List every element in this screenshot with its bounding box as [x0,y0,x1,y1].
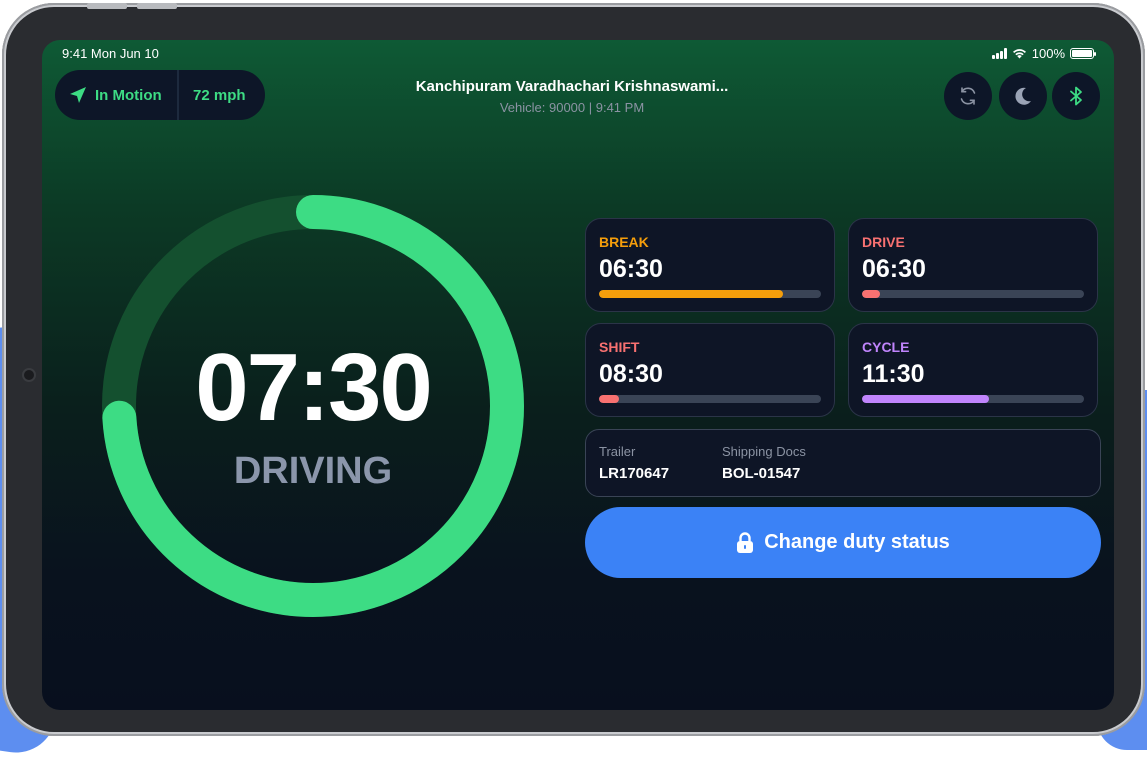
trailer-value: LR170647 [599,465,670,482]
lock-icon [737,531,754,553]
sync-icon [960,87,976,105]
cellular-signal-icon [991,48,1007,59]
card-progress-track [862,290,1084,298]
card-value: 06:30 [599,255,663,283]
bluetooth-button[interactable] [1052,72,1100,120]
vehicle-info: Vehicle: 90000 | 9:41 PM [499,100,645,115]
card-value: 06:30 [862,255,926,283]
change-duty-status-label: Change duty status [764,531,950,553]
card-progress-track [599,290,821,298]
motion-status: In Motion [55,70,179,120]
card-progress-track [862,395,1084,403]
driving-time-remaining: 07:30 [195,334,433,441]
card-progress-track [599,395,821,403]
card-label: SHIFT [599,339,640,355]
driver-header: Kanchipuram Varadhachari Krishnaswami...… [372,78,772,115]
theme-toggle-button[interactable] [999,72,1047,120]
card-label: DRIVE [862,234,905,250]
shift-timer-card[interactable]: SHIFT 08:30 [585,323,835,417]
card-progress-fill [599,290,784,298]
card-label: CYCLE [862,339,910,355]
front-camera [22,368,36,382]
motion-label: In Motion [95,86,162,104]
motion-status-pill[interactable]: In Motion 72 mph [55,70,265,120]
bluetooth-icon [1070,86,1082,106]
battery-icon [1070,48,1096,59]
wifi-icon [1012,49,1026,59]
shipping-docs-info: Shipping Docs BOL-01547 [722,444,806,482]
card-value: 11:30 [862,360,925,388]
moon-icon [1015,87,1031,105]
app-screen: 9:41 Mon Jun 10 100% In Motion 72 mph Ka… [42,40,1114,710]
card-value: 08:30 [599,360,663,388]
shipping-docs-value: BOL-01547 [722,465,801,482]
volume-button [87,3,127,9]
break-timer-card[interactable]: BREAK 06:30 [585,218,835,312]
trailer-info: Trailer LR170647 [599,444,669,482]
volume-button [137,3,177,9]
card-progress-fill [862,395,989,403]
change-duty-status-button[interactable]: Change duty status [585,507,1101,578]
drive-timer-card[interactable]: DRIVE 06:30 [848,218,1098,312]
duty-status-label: DRIVING [233,450,393,492]
cycle-timer-card[interactable]: CYCLE 11:30 [848,323,1098,417]
sync-button[interactable] [944,72,992,120]
speed-readout: 72 mph [193,86,246,104]
shipping-docs-label: Shipping Docs [722,444,806,459]
card-progress-fill [862,290,880,298]
status-bar: 9:41 Mon Jun 10 100% [62,46,1096,64]
tablet-device-frame: 9:41 Mon Jun 10 100% In Motion 72 mph Ka… [2,3,1145,736]
trailer-label: Trailer [599,444,636,459]
status-time-date: 9:41 Mon Jun 10 [62,46,159,61]
card-progress-fill [599,395,619,403]
trailer-docs-card[interactable]: Trailer LR170647 Shipping Docs BOL-01547 [585,429,1101,497]
card-label: BREAK [599,234,649,250]
navigation-arrow-icon [70,87,86,103]
battery-percent: 100% [1031,46,1065,61]
status-indicators: 100% [991,46,1096,61]
driver-name: Kanchipuram Varadhachari Krishnaswami... [415,78,729,95]
